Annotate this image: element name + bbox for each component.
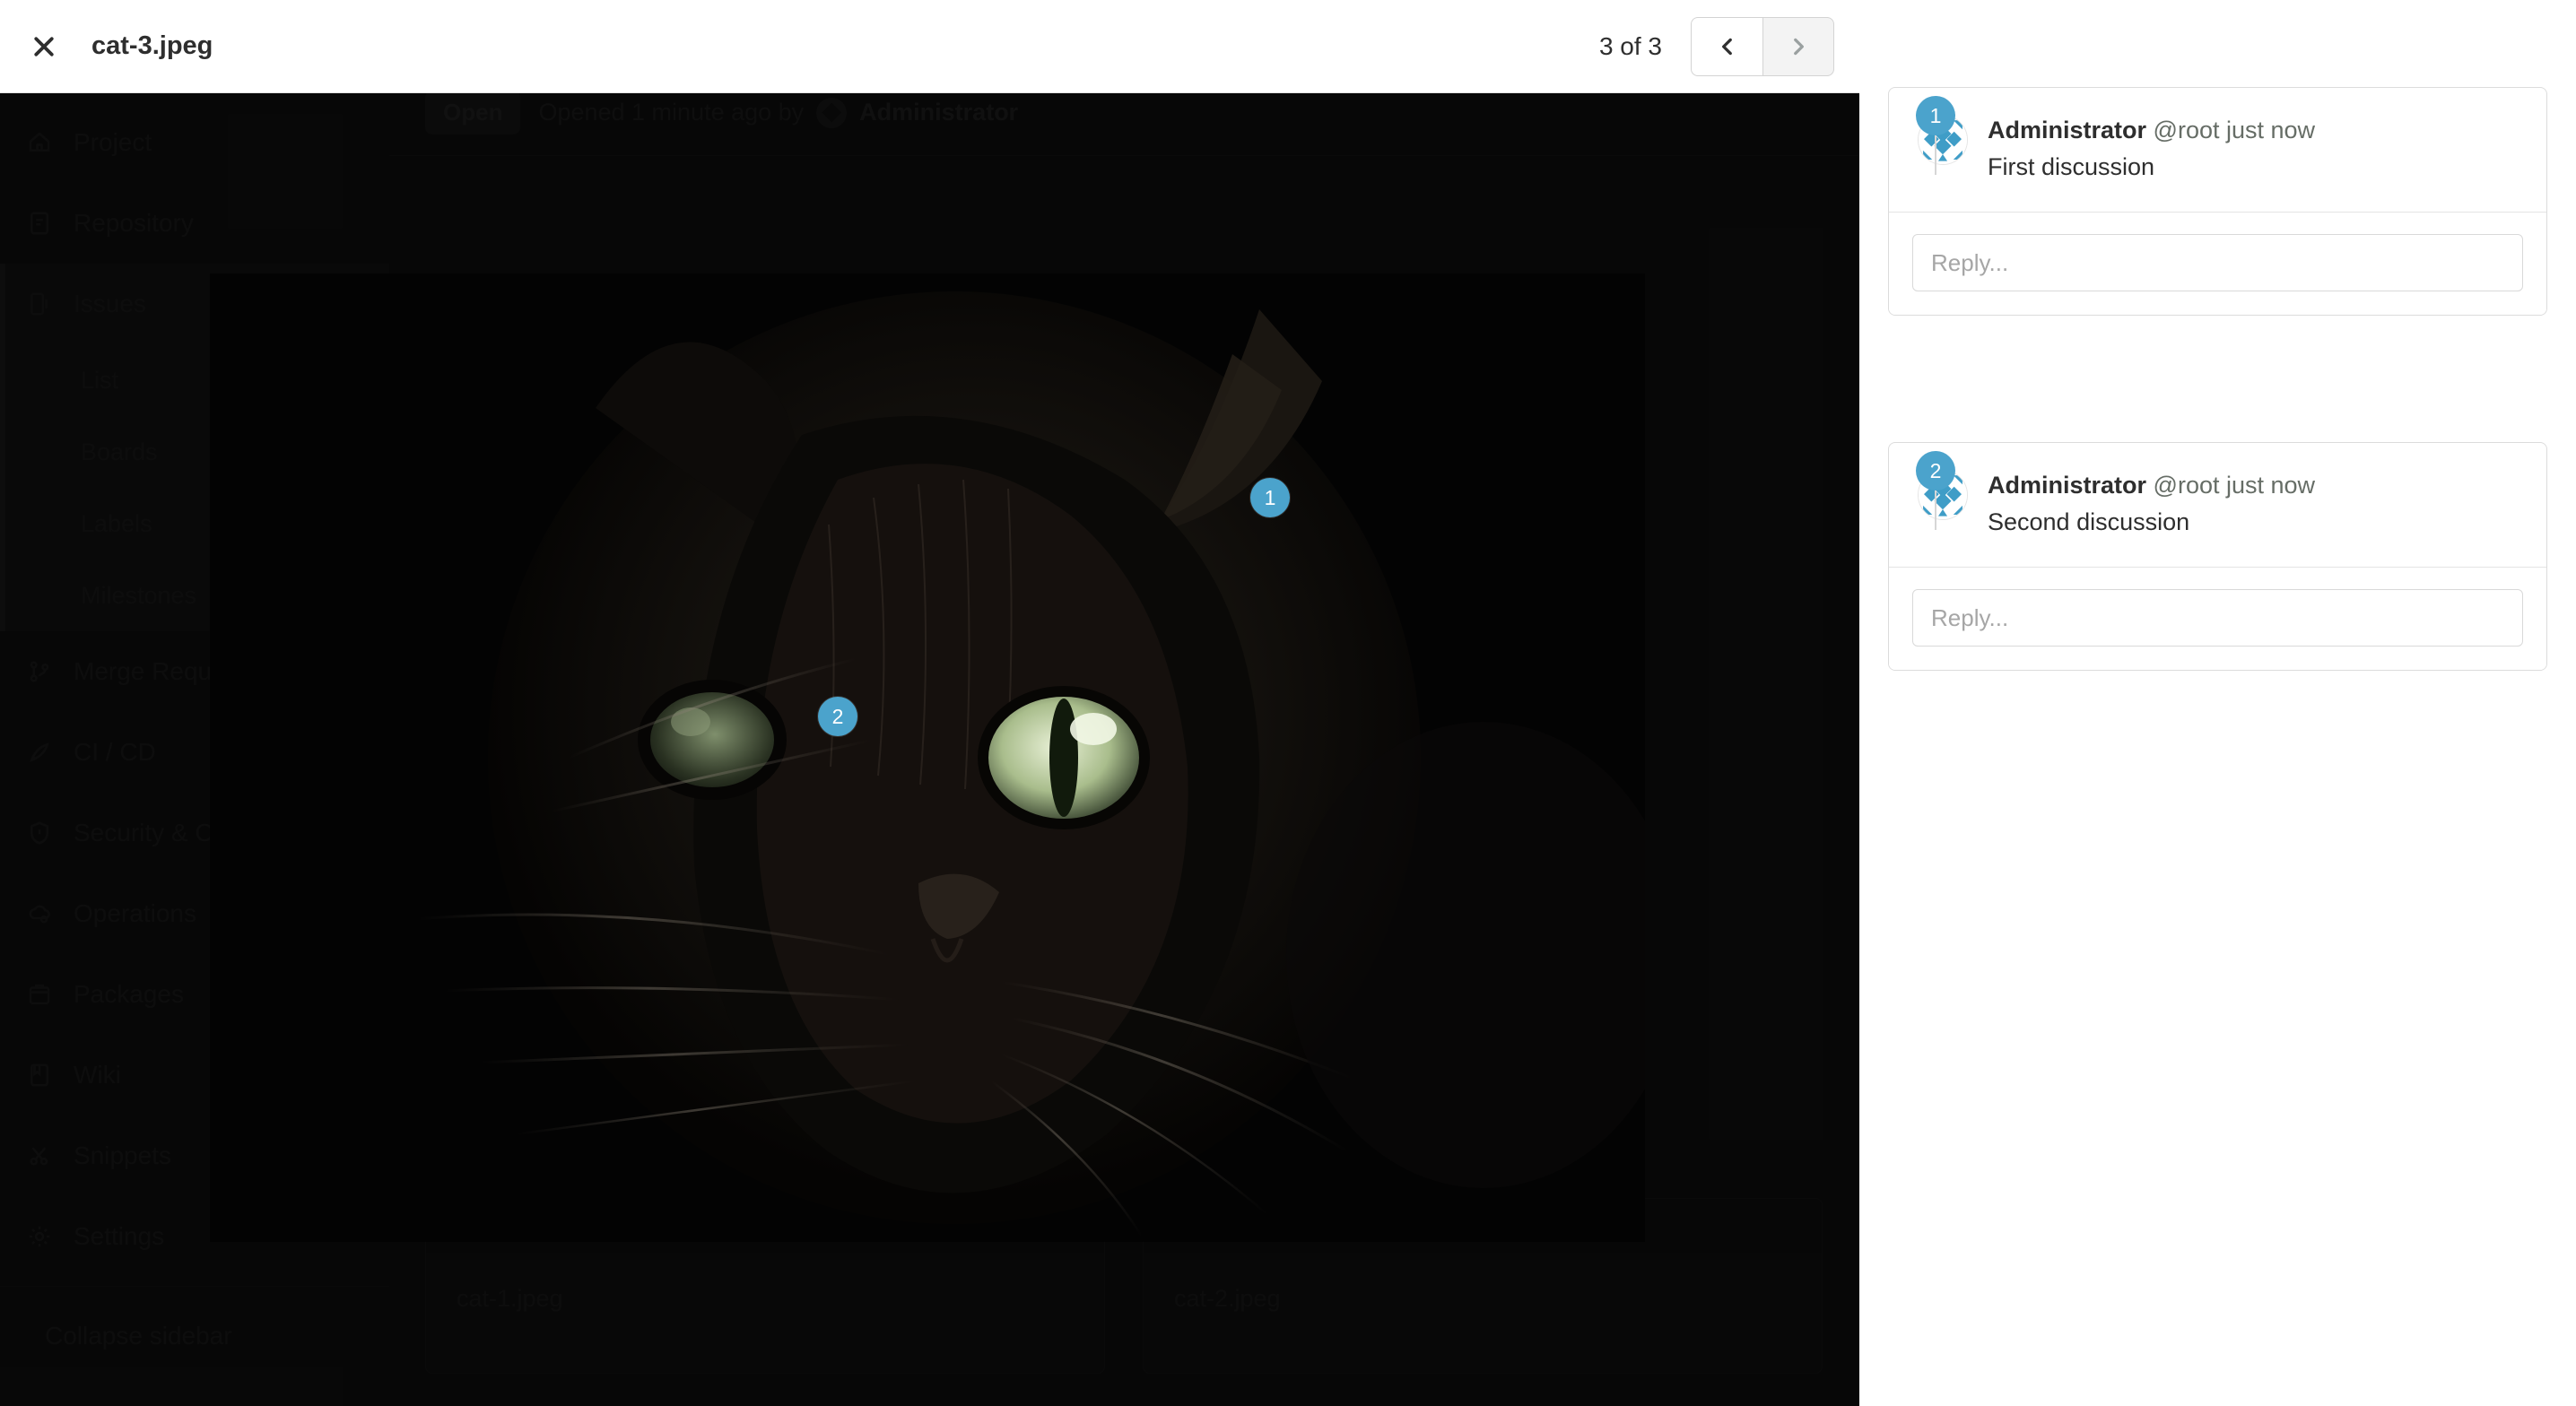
discussion-panel: 1 Administrator @root just now First dis… [1859,0,2576,1406]
reply-input[interactable] [1912,589,2523,647]
viewer-navigation [1691,16,1834,76]
note-header: Administrator @root just now [1988,472,2315,499]
viewer-counter: 3 of 3 [1598,31,1662,60]
cat-photo [210,273,1645,1242]
reply-area [1889,212,2546,315]
discussion-stem [1935,135,1936,175]
discussion-badge-1[interactable]: 1 [1916,96,1955,135]
discussion-note: Administrator @root just now Second disc… [1889,443,2546,567]
discussion-stem [1935,490,1936,530]
image-pin-1[interactable]: 1 [1250,478,1290,517]
image-stage: 1 2 [210,273,1645,1242]
discussion-thread: 2 Administrator @root just now Second di… [1888,442,2547,671]
note-text: Second discussion [1988,508,2190,535]
note-handle[interactable]: @root [2154,472,2220,499]
note-body: Administrator @root just now Second disc… [1988,470,2315,536]
note-timestamp: just now [2226,472,2316,499]
discussion-card: Administrator @root just now Second disc… [1888,442,2547,671]
reply-input[interactable] [1912,234,2523,291]
viewer-toolbar: cat-3.jpeg 3 of 3 [0,0,1859,93]
note-timestamp: just now [2226,117,2316,143]
chevron-left-icon[interactable] [1691,16,1762,76]
note-body: Administrator @root just now First discu… [1988,115,2315,181]
thread-gap [1888,316,2547,355]
viewer-filename: cat-3.jpeg [91,31,213,60]
note-author[interactable]: Administrator [1988,472,2146,499]
discussion-badge-2[interactable]: 2 [1916,451,1955,490]
discussion-thread: 1 Administrator @root just now First dis… [1888,87,2547,316]
close-icon[interactable] [16,19,72,74]
discussion-card: Administrator @root just now First discu… [1888,87,2547,316]
image-pin-2[interactable]: 2 [818,697,857,736]
reply-area [1889,567,2546,670]
image-viewer-overlay: 1 2 cat-3.jpeg 3 of 3 [0,0,1859,1406]
note-handle[interactable]: @root [2154,117,2220,143]
chevron-right-icon [1762,16,1834,76]
discussion-note: Administrator @root just now First discu… [1889,88,2546,212]
note-header: Administrator @root just now [1988,117,2315,143]
note-text: First discussion [1988,153,2155,180]
note-author[interactable]: Administrator [1988,117,2146,143]
